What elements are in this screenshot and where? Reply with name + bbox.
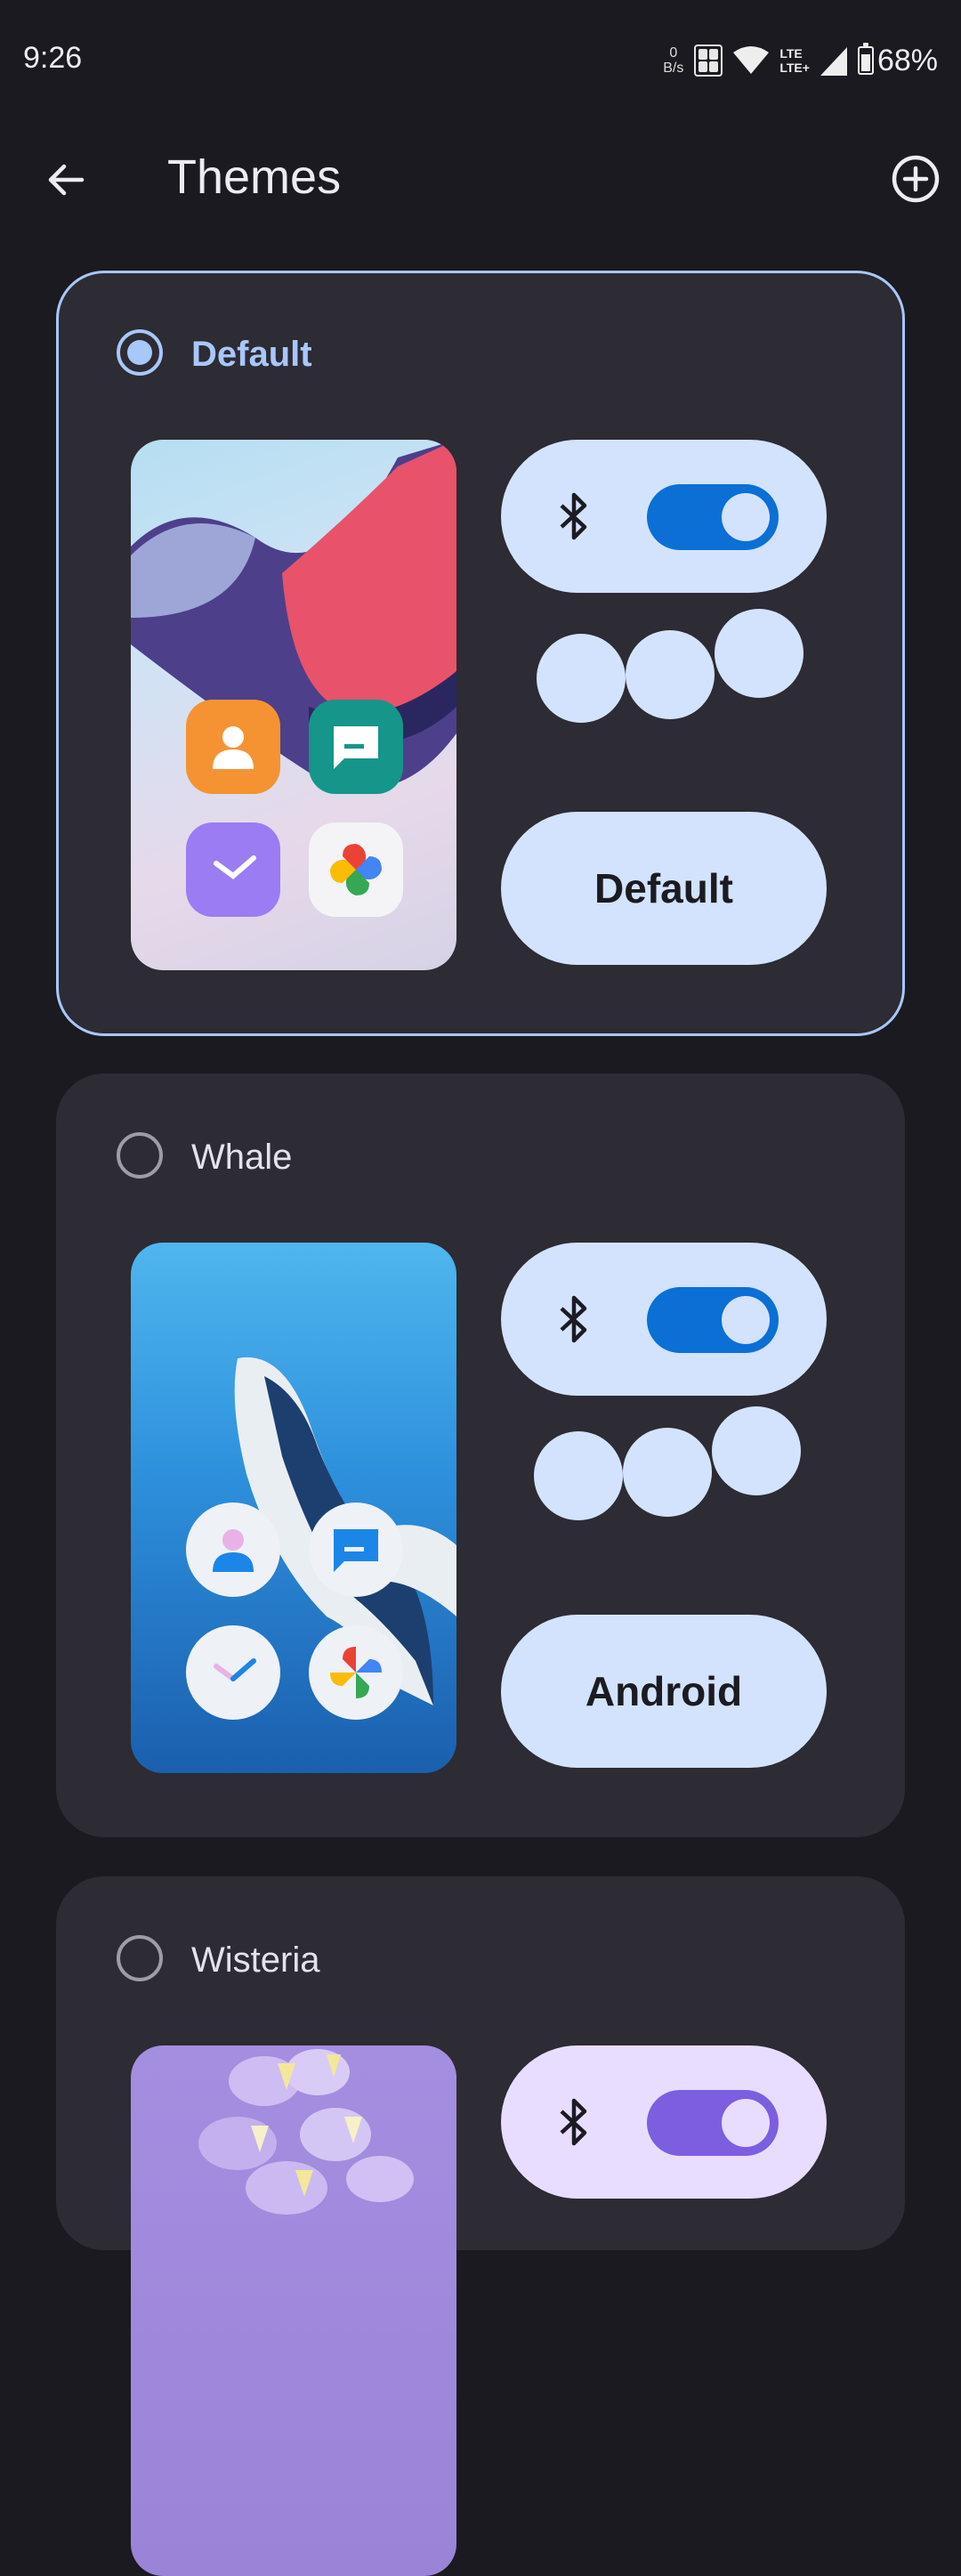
status-time: 9:26 [23, 41, 83, 75]
battery-icon [857, 43, 874, 75]
wifi-icon [733, 46, 770, 74]
color-swatch [623, 1428, 712, 1517]
status-icons: 0 B/s LTE LTE+ 68% [663, 36, 938, 85]
contacts-icon [186, 1503, 280, 1597]
app-icons-grid [186, 1503, 403, 1720]
page-title: Themes [167, 150, 342, 204]
theme-card-whale[interactable]: Whale Android [56, 1073, 905, 1837]
add-circle-icon [892, 155, 940, 203]
arrow-back-icon [48, 164, 85, 196]
battery-percent: 68% [876, 43, 938, 77]
back-button[interactable] [39, 153, 93, 207]
toggle-switch [647, 2090, 779, 2156]
theme-preview-wallpaper [131, 2045, 456, 2576]
toggle-switch [647, 484, 779, 550]
bluetooth-toggle-widget [501, 1243, 827, 1396]
photos-icon [309, 1625, 403, 1720]
theme-name: Default [191, 335, 312, 374]
messages-icon [309, 1503, 403, 1597]
lte-indicator: LTE LTE+ [779, 46, 810, 75]
color-swatch [715, 609, 804, 698]
theme-preview-wallpaper [131, 1243, 456, 1773]
contacts-icon [186, 700, 280, 794]
messages-icon [309, 700, 403, 794]
theme-label-pill: Default [501, 812, 827, 965]
net-speed-indicator: 0 B/s [663, 45, 683, 76]
bluetooth-icon [560, 492, 587, 540]
toggle-switch [647, 1287, 779, 1353]
color-swatch [534, 1431, 623, 1520]
theme-label-pill: Android [501, 1615, 827, 1768]
app-icons-grid [186, 700, 403, 917]
top-app-bar: Themes [0, 116, 961, 240]
status-bar: 9:26 0 B/s LTE LTE+ 68% [0, 0, 961, 116]
dual-sim-icon [694, 45, 723, 77]
theme-name: Whale [191, 1138, 293, 1177]
net-speed-value: 0 [669, 45, 678, 61]
bluetooth-icon [560, 2098, 587, 2146]
photos-icon [309, 822, 403, 917]
radio-unselected[interactable] [117, 1935, 163, 1981]
theme-card-default[interactable]: Default Default [56, 271, 905, 1036]
color-swatch [537, 634, 626, 723]
bluetooth-toggle-widget [501, 440, 827, 593]
theme-name: Wisteria [191, 1940, 320, 1980]
lte-plus-label: LTE+ [779, 61, 810, 75]
cell-signal-icon [820, 47, 847, 76]
clock-icon [186, 1625, 280, 1720]
add-theme-button[interactable] [888, 151, 943, 207]
bluetooth-icon [560, 1295, 587, 1343]
radio-selected[interactable] [117, 329, 163, 376]
bluetooth-toggle-widget [501, 2045, 827, 2199]
net-speed-unit: B/s [663, 61, 684, 76]
radio-unselected[interactable] [117, 1132, 163, 1179]
color-swatch [626, 630, 715, 719]
theme-card-wisteria[interactable]: Wisteria [56, 1876, 905, 2576]
lte-label: LTE [779, 46, 803, 61]
clock-icon [186, 822, 280, 917]
theme-preview-wallpaper [131, 440, 456, 970]
color-swatch [712, 1406, 801, 1495]
